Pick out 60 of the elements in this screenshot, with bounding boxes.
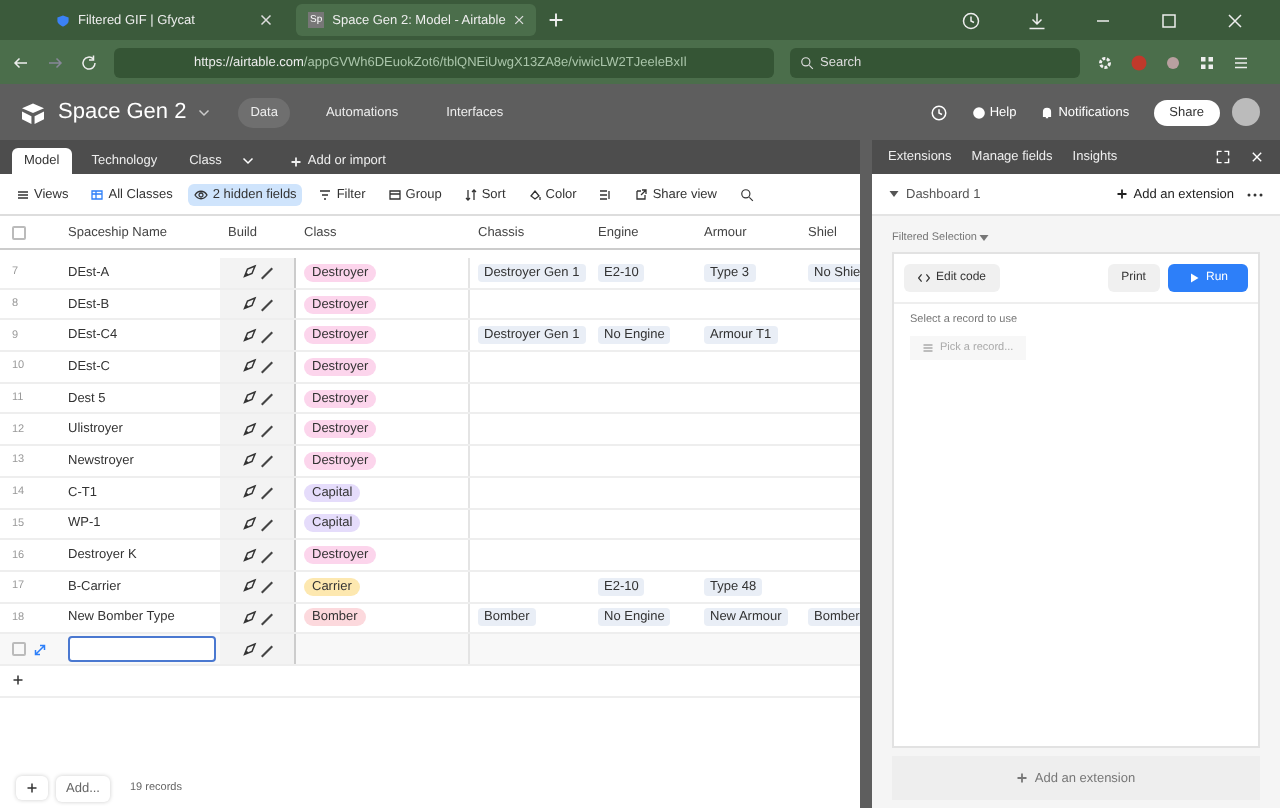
rocket-pencil-icon[interactable] xyxy=(239,609,275,626)
help-icon xyxy=(971,105,986,119)
input-field[interactable] xyxy=(68,636,216,663)
close-icon[interactable] xyxy=(513,14,524,26)
close-icon[interactable] xyxy=(1226,11,1244,29)
back-icon[interactable] xyxy=(12,53,30,71)
menu-icon[interactable] xyxy=(1232,53,1250,71)
avatar[interactable] xyxy=(1232,98,1260,126)
new-tab-icon[interactable] xyxy=(548,12,564,28)
rocket-pencil-icon[interactable] xyxy=(239,578,275,595)
history-icon[interactable] xyxy=(962,11,980,29)
views-icon xyxy=(16,187,30,201)
grid-icon[interactable] xyxy=(1198,53,1216,71)
rocket-pencil-icon[interactable] xyxy=(239,484,275,501)
hide-icon xyxy=(194,187,209,201)
play-icon xyxy=(1187,272,1200,284)
plus-icon xyxy=(26,782,38,794)
caret-icon xyxy=(977,232,989,244)
filter-icon xyxy=(318,187,333,201)
add-row-icon[interactable] xyxy=(12,674,24,687)
checkbox[interactable] xyxy=(12,225,26,239)
rocket-pencil-icon[interactable] xyxy=(239,515,275,532)
caret-icon[interactable] xyxy=(198,106,211,118)
rocket-pencil-icon[interactable] xyxy=(239,421,275,438)
color-icon xyxy=(527,187,542,201)
rocket-pencil-icon[interactable] xyxy=(239,327,275,344)
add-button[interactable] xyxy=(16,776,48,800)
download-icon[interactable] xyxy=(1028,11,1046,29)
cube-logo-icon[interactable] xyxy=(20,101,46,123)
rocket-pencil-icon[interactable] xyxy=(239,641,275,658)
code-icon xyxy=(918,272,930,284)
rocket-pencil-icon[interactable] xyxy=(239,296,275,313)
maximize-icon[interactable] xyxy=(1160,11,1178,29)
shield-icon xyxy=(56,13,70,27)
caret-icon xyxy=(888,188,900,200)
reload-icon[interactable] xyxy=(80,53,98,71)
sort-icon xyxy=(463,187,478,201)
base-name[interactable]: Space Gen 2 xyxy=(58,100,187,124)
share-icon xyxy=(634,187,649,201)
plus-icon xyxy=(289,155,302,167)
fullscreen-icon[interactable] xyxy=(1216,150,1230,164)
plus-icon xyxy=(1016,772,1029,784)
view-icon xyxy=(90,187,105,201)
plus-icon xyxy=(1115,188,1128,200)
rocket-pencil-icon[interactable] xyxy=(239,264,275,281)
rocket-pencil-icon[interactable] xyxy=(239,547,275,564)
expand-icon[interactable] xyxy=(34,643,46,656)
bell-icon xyxy=(1040,105,1055,119)
gear-icon[interactable] xyxy=(1096,53,1114,71)
checkbox[interactable] xyxy=(12,642,26,657)
search-icon xyxy=(800,55,814,69)
rocket-pencil-icon[interactable] xyxy=(239,390,275,407)
search-icon[interactable] xyxy=(740,187,755,201)
group-icon xyxy=(387,187,402,201)
height-icon xyxy=(598,187,613,201)
rocket-pencil-icon[interactable] xyxy=(239,452,275,469)
close-icon[interactable] xyxy=(260,14,272,26)
rocket-pencil-icon[interactable] xyxy=(239,358,275,375)
list-icon xyxy=(922,342,934,354)
more-icon[interactable] xyxy=(1246,191,1264,197)
